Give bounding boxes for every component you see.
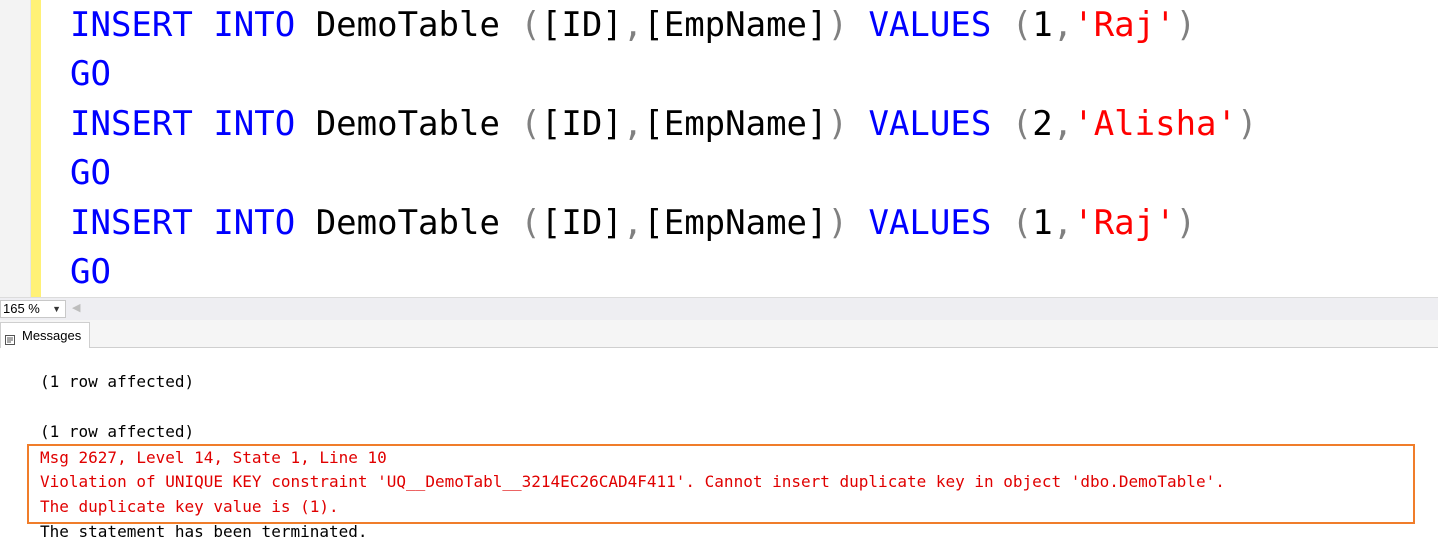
scroll-left-icon[interactable]: ◀ — [72, 301, 80, 314]
punctuation: , — [1052, 203, 1074, 243]
keyword: INTO — [213, 104, 296, 144]
code-line-5[interactable]: INSERT INTO DemoTable ([ID],[EmpName]) V… — [70, 199, 1196, 247]
message-line: (1 row affected) — [40, 422, 195, 441]
zoom-level: 165 % — [3, 301, 40, 316]
string-literal: 'Raj' — [1073, 5, 1176, 45]
keyword: INSERT — [70, 203, 193, 243]
code-line-1[interactable]: INSERT INTO DemoTable ([ID],[EmpName]) V… — [70, 1, 1196, 49]
table-name: DemoTable — [315, 5, 500, 45]
code-line-2[interactable]: GO — [70, 50, 111, 98]
tab-messages[interactable]: Messages — [0, 322, 91, 348]
string-literal: 'Raj' — [1073, 203, 1176, 243]
punctuation: , — [622, 203, 644, 243]
string-literal: 'Alisha' — [1073, 104, 1237, 144]
code-line-4[interactable]: GO — [70, 149, 111, 197]
punctuation: ) — [827, 104, 848, 144]
punctuation: ( — [520, 5, 541, 45]
punctuation: ) — [827, 5, 848, 45]
number-literal: 1 — [1032, 5, 1053, 45]
message-line: (1 row affected) — [40, 372, 195, 391]
punctuation: , — [622, 5, 644, 45]
keyword: VALUES — [868, 203, 992, 243]
column-name: [ID] — [540, 104, 623, 144]
column-name: [EmpName] — [643, 203, 828, 243]
dropdown-arrow-icon[interactable]: ▼ — [52, 301, 61, 317]
punctuation: , — [622, 104, 644, 144]
punctuation: ( — [520, 203, 541, 243]
punctuation: ) — [827, 203, 848, 243]
message-line: The statement has been terminated. — [40, 522, 368, 541]
editor-gutter — [0, 0, 31, 297]
results-tab-strip: Messages — [0, 320, 1438, 348]
punctuation: , — [1052, 5, 1074, 45]
punctuation: ) — [1237, 104, 1258, 144]
error-highlight-box — [27, 444, 1415, 524]
punctuation: ( — [1011, 104, 1033, 144]
column-name: [ID] — [540, 203, 623, 243]
punctuation: ( — [520, 104, 541, 144]
sql-editor[interactable]: INSERT INTO DemoTable ([ID],[EmpName]) V… — [0, 0, 1438, 297]
change-indicator-bar — [31, 0, 41, 297]
code-line-6[interactable]: GO — [70, 248, 111, 296]
keyword: GO — [70, 252, 111, 292]
keyword: INSERT — [70, 104, 193, 144]
keyword: VALUES — [868, 5, 992, 45]
keyword: INTO — [213, 5, 296, 45]
column-name: [EmpName] — [643, 104, 828, 144]
table-name: DemoTable — [315, 203, 500, 243]
column-name: [ID] — [540, 5, 623, 45]
punctuation: ) — [1175, 203, 1197, 243]
messages-icon — [5, 330, 18, 345]
punctuation: ( — [1011, 203, 1033, 243]
keyword: GO — [70, 153, 111, 193]
keyword: INTO — [213, 203, 296, 243]
tab-label: Messages — [22, 327, 82, 343]
zoom-dropdown[interactable]: 165 % ▼ — [0, 300, 66, 318]
editor-status-strip: 165 % ▼ ◀ — [0, 297, 1438, 321]
keyword: VALUES — [868, 104, 992, 144]
code-line-3[interactable]: INSERT INTO DemoTable ([ID],[EmpName]) V… — [70, 100, 1257, 148]
keyword: INSERT — [70, 5, 193, 45]
punctuation: ( — [1011, 5, 1033, 45]
punctuation: ) — [1175, 5, 1197, 45]
punctuation: , — [1052, 104, 1074, 144]
number-literal: 1 — [1032, 203, 1053, 243]
keyword: GO — [70, 54, 111, 94]
table-name: DemoTable — [315, 104, 500, 144]
column-name: [EmpName] — [643, 5, 828, 45]
number-literal: 2 — [1032, 104, 1053, 144]
